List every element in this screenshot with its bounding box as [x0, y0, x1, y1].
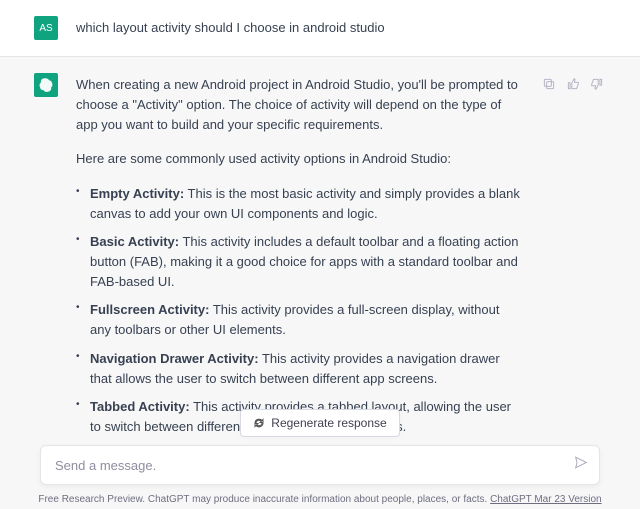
list-item: Fullscreen Activity: This activity provi… — [76, 300, 522, 340]
regenerate-button[interactable]: Regenerate response — [240, 409, 399, 437]
assistant-list-intro: Here are some commonly used activity opt… — [76, 149, 522, 169]
list-item-title: Empty Activity: — [90, 186, 184, 201]
footer-version-link[interactable]: ChatGPT Mar 23 Version — [490, 494, 602, 505]
input-row — [0, 445, 640, 485]
footer-disclaimer: Free Research Preview. ChatGPT may produ… — [0, 494, 640, 505]
assistant-message: When creating a new Android project in A… — [0, 57, 640, 509]
user-message: AS which layout activity should I choose… — [0, 0, 640, 57]
footer-text: Free Research Preview. ChatGPT may produ… — [38, 494, 490, 505]
list-item-title: Tabbed Activity: — [90, 399, 190, 414]
send-icon[interactable] — [573, 455, 589, 476]
thumbs-down-icon[interactable] — [588, 75, 606, 93]
user-message-text: which layout activity should I choose in… — [76, 16, 606, 40]
list-item-title: Fullscreen Activity: — [90, 302, 209, 317]
list-item-title: Navigation Drawer Activity: — [90, 351, 259, 366]
copy-icon[interactable] — [540, 75, 558, 93]
list-item-title: Basic Activity: — [90, 234, 179, 249]
activity-list: Empty Activity: This is the most basic a… — [76, 184, 522, 486]
thumbs-up-icon[interactable] — [564, 75, 582, 93]
assistant-intro-paragraph: When creating a new Android project in A… — [76, 75, 522, 135]
openai-logo-icon — [38, 77, 54, 93]
assistant-avatar — [34, 73, 58, 97]
refresh-icon — [253, 417, 265, 429]
assistant-actions — [540, 73, 606, 493]
app-root: AS which layout activity should I choose… — [0, 0, 640, 509]
user-avatar: AS — [34, 16, 58, 40]
message-input-box[interactable] — [40, 445, 600, 485]
list-item: Basic Activity: This activity includes a… — [76, 232, 522, 292]
list-item: Navigation Drawer Activity: This activit… — [76, 349, 522, 389]
regenerate-label: Regenerate response — [271, 416, 386, 430]
message-input[interactable] — [55, 458, 559, 473]
list-item: Empty Activity: This is the most basic a… — [76, 184, 522, 224]
